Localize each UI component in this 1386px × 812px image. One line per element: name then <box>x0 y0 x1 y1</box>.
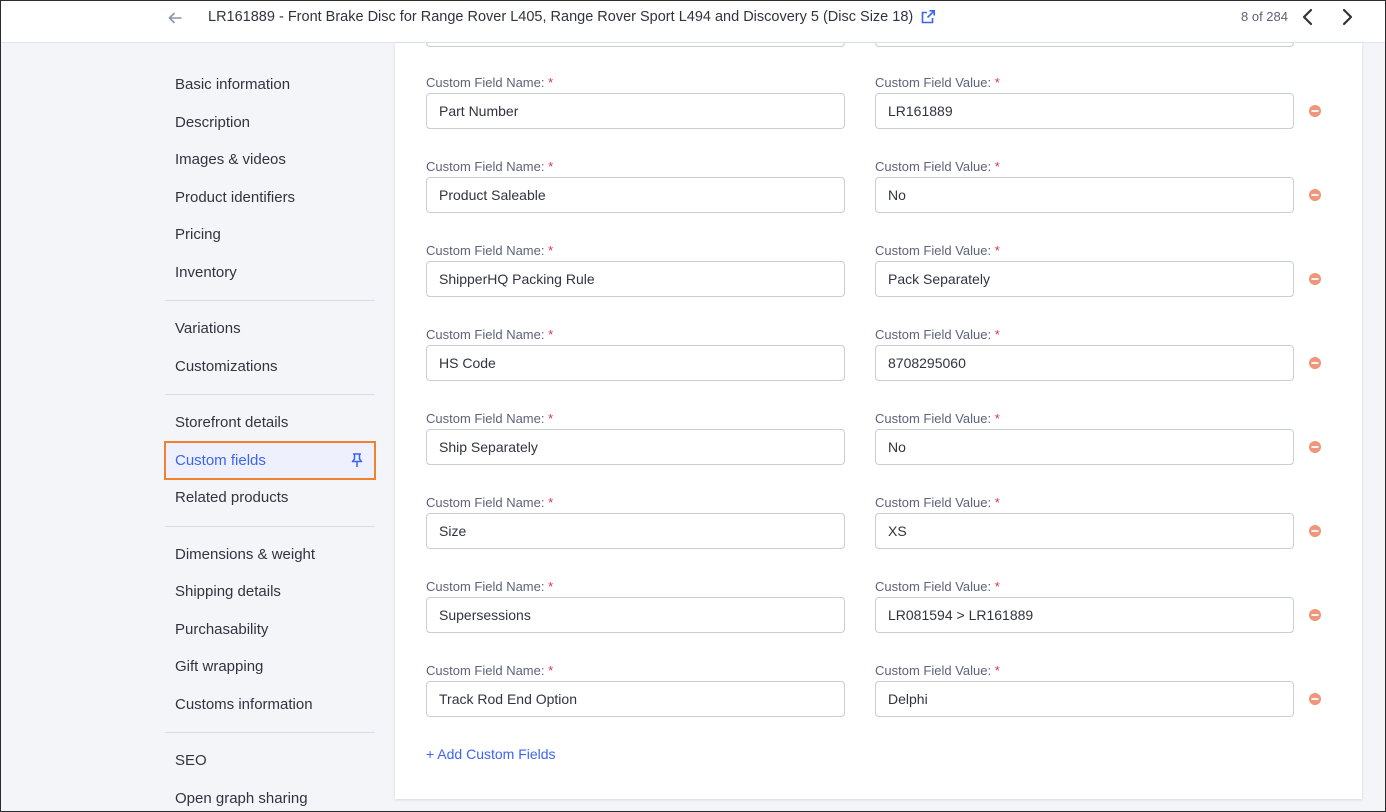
custom-field-name-input[interactable] <box>426 513 845 549</box>
remove-field-icon[interactable] <box>1308 104 1322 118</box>
nav-group-seo: SEO Open graph sharing <box>165 742 375 812</box>
nav-item-pricing[interactable]: Pricing <box>165 216 375 254</box>
section-nav: Basic information Description Images & v… <box>164 66 376 812</box>
previous-product-button[interactable] <box>1297 6 1319 28</box>
remove-field-icon[interactable] <box>1308 608 1322 622</box>
custom-field-name-input[interactable] <box>426 681 845 717</box>
remove-field-icon[interactable] <box>1308 524 1322 538</box>
view-on-storefront-button[interactable] <box>918 7 938 27</box>
chevron-left-icon <box>1302 8 1313 26</box>
custom-field-row: Custom Field Name: * Custom Field Value:… <box>395 327 1362 411</box>
nav-item-description[interactable]: Description <box>165 104 375 142</box>
nav-item-basic-information[interactable]: Basic information <box>165 66 375 104</box>
custom-field-value-input[interactable] <box>875 345 1294 381</box>
remove-field-icon[interactable] <box>1308 692 1322 706</box>
nav-item-customs-information[interactable]: Customs information <box>165 686 375 724</box>
custom-field-value-label: Custom Field Value: * <box>875 579 1000 594</box>
nav-item-customizations[interactable]: Customizations <box>165 348 375 386</box>
custom-field-name-label: Custom Field Name: * <box>426 243 554 258</box>
custom-field-name-label: Custom Field Name: * <box>426 411 554 426</box>
remove-field-icon[interactable] <box>1308 356 1322 370</box>
custom-field-value-input[interactable] <box>875 177 1294 213</box>
nav-group-basic: Basic information Description Images & v… <box>165 66 375 301</box>
custom-field-name-label: Custom Field Name: * <box>426 159 554 174</box>
custom-field-value-label: Custom Field Value: * <box>875 243 1000 258</box>
title-separator: - <box>278 9 288 25</box>
nav-group-storefront: Storefront details Custom fields Related… <box>164 404 376 527</box>
custom-field-value-label: Custom Field Value: * <box>875 663 1000 678</box>
custom-field-name-input[interactable] <box>426 429 845 465</box>
nav-item-related-products[interactable]: Related products <box>165 479 375 517</box>
custom-field-value-input[interactable] <box>875 681 1294 717</box>
custom-field-name-label: Custom Field Name: * <box>426 495 554 510</box>
pager-count: 8 of 284 <box>1241 9 1288 24</box>
nav-item-storefront-details[interactable]: Storefront details <box>165 404 375 442</box>
external-link-icon <box>921 10 935 24</box>
nav-item-dimensions-weight[interactable]: Dimensions & weight <box>165 536 375 574</box>
arrow-left-icon <box>168 12 182 24</box>
custom-field-name-label: Custom Field Name: * <box>426 663 554 678</box>
custom-field-row: Custom Field Name: * Custom Field Value:… <box>395 579 1362 663</box>
custom-field-row: Custom Field Name: * Custom Field Value:… <box>395 243 1362 327</box>
custom-field-name-input-clipped[interactable] <box>426 43 845 47</box>
custom-field-name-label: Custom Field Name: * <box>426 327 554 342</box>
page-header: LR161889 - Front Brake Disc for Range Ro… <box>0 0 1386 43</box>
nav-item-custom-fields[interactable]: Custom fields <box>164 440 376 480</box>
nav-group-variations: Variations Customizations <box>165 310 375 395</box>
custom-field-row: Custom Field Name: * Custom Field Value:… <box>395 411 1362 495</box>
custom-field-value-input[interactable] <box>875 429 1294 465</box>
custom-field-value-label: Custom Field Value: * <box>875 411 1000 426</box>
nav-item-gift-wrapping[interactable]: Gift wrapping <box>165 648 375 686</box>
custom-fields-panel: Custom Field Name: * Custom Field Value:… <box>395 43 1362 799</box>
nav-item-images-videos[interactable]: Images & videos <box>165 141 375 179</box>
product-sku: LR161889 <box>208 9 275 25</box>
custom-field-value-input[interactable] <box>875 261 1294 297</box>
custom-field-value-input[interactable] <box>875 597 1294 633</box>
back-button[interactable] <box>164 7 186 29</box>
custom-field-name-input[interactable] <box>426 597 845 633</box>
custom-field-value-input-clipped[interactable] <box>875 43 1294 47</box>
custom-field-name-label: Custom Field Name: * <box>426 75 554 90</box>
remove-field-icon[interactable] <box>1308 188 1322 202</box>
custom-field-name-input[interactable] <box>426 177 845 213</box>
custom-field-value-label: Custom Field Value: * <box>875 75 1000 90</box>
pin-icon[interactable] <box>349 452 365 468</box>
custom-field-row: Custom Field Name: * Custom Field Value:… <box>395 495 1362 579</box>
nav-item-purchasability[interactable]: Purchasability <box>165 611 375 649</box>
chevron-right-icon <box>1342 8 1353 26</box>
next-product-button[interactable] <box>1336 6 1358 28</box>
add-custom-fields-link[interactable]: + Add Custom Fields <box>426 746 556 762</box>
product-title: LR161889 - Front Brake Disc for Range Ro… <box>208 9 913 25</box>
nav-item-seo[interactable]: SEO <box>165 742 375 780</box>
remove-field-icon[interactable] <box>1308 440 1322 454</box>
custom-field-name-input[interactable] <box>426 345 845 381</box>
nav-item-label: Custom fields <box>175 451 266 469</box>
nav-item-inventory[interactable]: Inventory <box>165 254 375 292</box>
nav-item-product-identifiers[interactable]: Product identifiers <box>165 179 375 217</box>
custom-field-row: Custom Field Name: * Custom Field Value:… <box>395 663 1362 747</box>
remove-field-icon[interactable] <box>1308 272 1322 286</box>
custom-field-name-input[interactable] <box>426 261 845 297</box>
custom-field-value-input[interactable] <box>875 513 1294 549</box>
custom-field-row: Custom Field Name: * Custom Field Value:… <box>395 75 1362 159</box>
custom-field-name-input[interactable] <box>426 93 845 129</box>
custom-field-value-label: Custom Field Value: * <box>875 495 1000 510</box>
custom-field-value-input[interactable] <box>875 93 1294 129</box>
custom-field-row: Custom Field Name: * Custom Field Value:… <box>395 159 1362 243</box>
custom-field-value-label: Custom Field Value: * <box>875 159 1000 174</box>
nav-item-shipping-details[interactable]: Shipping details <box>165 573 375 611</box>
nav-group-shipping: Dimensions & weight Shipping details Pur… <box>165 536 375 733</box>
nav-item-open-graph-sharing[interactable]: Open graph sharing <box>165 780 375 812</box>
custom-field-name-label: Custom Field Name: * <box>426 579 554 594</box>
product-name: Front Brake Disc for Range Rover L405, R… <box>287 9 914 25</box>
nav-item-variations[interactable]: Variations <box>165 310 375 348</box>
custom-field-value-label: Custom Field Value: * <box>875 327 1000 342</box>
